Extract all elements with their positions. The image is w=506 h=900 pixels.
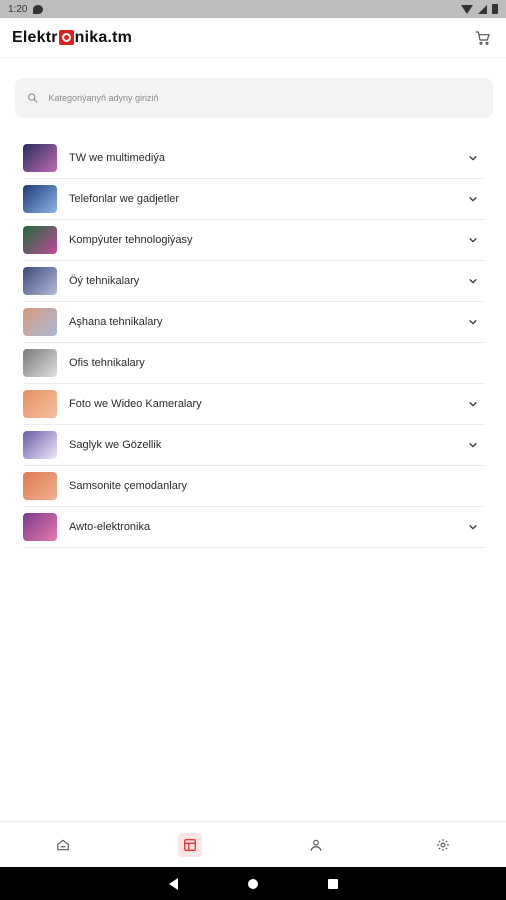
chevron-down-icon[interactable] xyxy=(467,275,479,287)
profile-icon xyxy=(311,839,322,851)
category-thumbnail xyxy=(23,472,57,500)
status-time: 1:20 xyxy=(8,3,28,15)
chevron-down-icon[interactable] xyxy=(467,316,479,328)
category-list: TW we multimediýa Telefonlar we gadjetler… xyxy=(23,138,485,548)
category-label: Ofis tehnikalary xyxy=(69,357,145,369)
category-label: Öý tehnikalary xyxy=(69,275,140,287)
app-logo[interactable]: Elektr nika.tm xyxy=(12,29,132,47)
category-thumbnail xyxy=(23,226,57,254)
category-thumbnail xyxy=(23,144,57,172)
category-thumbnail xyxy=(23,390,57,418)
nav-profile[interactable] xyxy=(304,833,328,857)
category-item[interactable]: Ofis tehnikalary xyxy=(23,343,485,384)
chevron-down-icon[interactable] xyxy=(467,439,479,451)
logo-mark-icon xyxy=(58,30,74,45)
back-icon[interactable] xyxy=(168,877,178,890)
chevron-down-icon[interactable] xyxy=(467,234,479,246)
cart-icon xyxy=(475,30,490,45)
signal-icon xyxy=(478,4,487,14)
chevron-down-icon[interactable] xyxy=(467,521,479,533)
category-item[interactable]: Öý tehnikalary xyxy=(23,261,485,302)
category-label: Awto-elektronika xyxy=(69,521,151,533)
category-thumbnail xyxy=(23,431,57,459)
catalog-icon xyxy=(183,838,196,851)
nav-settings[interactable] xyxy=(431,833,455,857)
category-label: Saglyk we Gözellik xyxy=(69,439,162,451)
category-item[interactable]: Telefonlar we gadjetler xyxy=(23,179,485,220)
search-icon xyxy=(28,93,38,103)
category-thumbnail xyxy=(23,308,57,336)
search-input[interactable] xyxy=(48,93,481,103)
search-bar xyxy=(15,78,493,118)
category-item[interactable]: TW we multimediýa xyxy=(23,138,485,179)
category-thumbnail xyxy=(23,185,57,213)
logo-suffix: nika.tm xyxy=(74,28,133,46)
bottom-navigation xyxy=(0,821,506,867)
chevron-down-icon[interactable] xyxy=(467,152,479,164)
app-header: Elektr nika.tm xyxy=(0,18,506,58)
nav-home[interactable] xyxy=(51,833,75,857)
category-label: TW we multimediýa xyxy=(69,152,165,164)
category-label: Samsonite çemodanlary xyxy=(69,480,188,492)
status-bar: 1:20 xyxy=(0,0,506,18)
home-circle-icon[interactable] xyxy=(247,878,258,889)
category-item[interactable]: Foto we Wideo Kameralary xyxy=(23,384,485,425)
category-label: Kompýuter tehnologiýasy xyxy=(69,234,193,246)
category-thumbnail xyxy=(23,267,57,295)
category-label: Telefonlar we gadjetler xyxy=(69,193,180,205)
settings-icon xyxy=(436,838,449,851)
category-item[interactable]: Awto-elektronika xyxy=(23,507,485,548)
cart-button[interactable] xyxy=(472,27,494,49)
category-item[interactable]: Samsonite çemodanlary xyxy=(23,466,485,507)
logo-prefix: Elektr xyxy=(12,28,58,46)
category-label: Aşhana tehnikalary xyxy=(69,316,163,328)
wifi-icon xyxy=(461,4,473,14)
message-icon xyxy=(33,4,44,14)
category-label: Foto we Wideo Kameralary xyxy=(69,398,202,410)
system-navigation-bar xyxy=(0,867,506,900)
category-thumbnail xyxy=(23,349,57,377)
battery-icon xyxy=(492,4,498,14)
category-item[interactable]: Kompýuter tehnologiýasy xyxy=(23,220,485,261)
nav-catalog[interactable] xyxy=(177,832,202,857)
chevron-down-icon[interactable] xyxy=(467,193,479,205)
chevron-down-icon[interactable] xyxy=(467,398,479,410)
category-item[interactable]: Aşhana tehnikalary xyxy=(23,302,485,343)
category-thumbnail xyxy=(23,513,57,541)
recent-apps-icon[interactable] xyxy=(327,878,338,889)
home-icon xyxy=(57,839,70,850)
category-item[interactable]: Saglyk we Gözellik xyxy=(23,425,485,466)
